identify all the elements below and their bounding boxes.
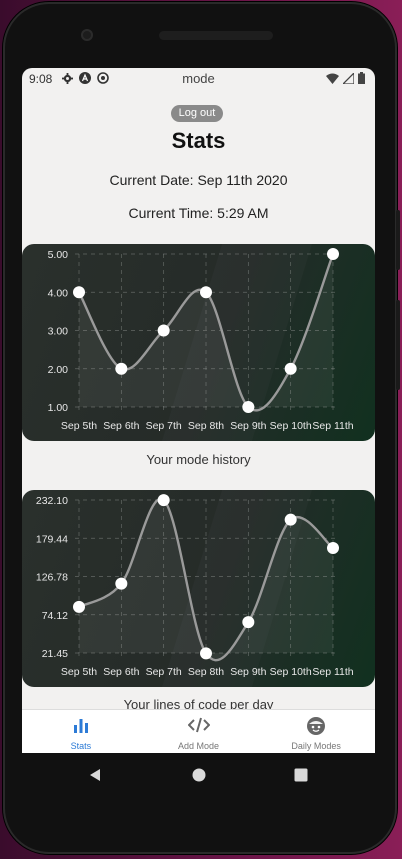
front-camera bbox=[81, 29, 93, 41]
nav-item-label: Add Mode bbox=[177, 741, 220, 751]
y-tick-label: 5.00 bbox=[48, 249, 69, 261]
y-tick-label: 179.44 bbox=[36, 533, 68, 545]
y-tick-label: 2.00 bbox=[48, 364, 69, 376]
current-time: Current Time: 5:29 AM bbox=[128, 205, 269, 221]
nav-item-stats[interactable]: Stats bbox=[22, 710, 140, 753]
y-tick-label: 3.00 bbox=[48, 326, 69, 338]
back-button[interactable] bbox=[22, 753, 140, 797]
power-button bbox=[396, 210, 400, 270]
data-point[interactable] bbox=[200, 286, 212, 299]
x-tick-label: Sep 7th bbox=[146, 420, 182, 432]
system-nav-bar bbox=[22, 753, 375, 797]
recents-icon bbox=[294, 768, 308, 782]
back-icon bbox=[90, 769, 100, 781]
mode-history-chart-svg: 5.00 4.00 3.00 2.00 1.00 Sep 5th Sep 6th Sep 7t… bbox=[48, 248, 354, 432]
data-point[interactable] bbox=[200, 647, 212, 660]
x-tick-label: Sep 9th bbox=[230, 666, 266, 678]
recents-button[interactable] bbox=[257, 753, 375, 797]
home-button[interactable] bbox=[140, 753, 258, 797]
data-point[interactable] bbox=[242, 616, 255, 629]
y-tick-label: 74.12 bbox=[42, 610, 68, 622]
nav-item-label: Stats bbox=[70, 741, 92, 751]
x-tick-label: Sep 5th bbox=[61, 420, 97, 432]
status-bar: 9:08 mode bbox=[22, 68, 375, 90]
y-tick-label: 1.00 bbox=[48, 402, 69, 414]
data-point[interactable] bbox=[157, 494, 170, 507]
data-point[interactable] bbox=[327, 542, 339, 555]
code-icon bbox=[187, 717, 210, 733]
app-screen: 9:08 mode Log out Stats Current Date: Se… bbox=[22, 68, 375, 753]
x-tick-label: Sep 6th bbox=[103, 666, 139, 678]
x-tick-label: Sep 9th bbox=[230, 420, 266, 432]
wifi-icon bbox=[326, 73, 339, 84]
data-point[interactable] bbox=[284, 362, 297, 375]
x-tick-label: Sep 10th bbox=[270, 420, 312, 432]
earpiece-speaker bbox=[159, 31, 273, 40]
x-tick-label: Sep 6th bbox=[103, 420, 139, 432]
lines-of-code-chart-svg: 232.10 179.44 126.78 74.12 21.45 Sep 5th Sep 6… bbox=[36, 494, 354, 678]
mode-history-chart: 5.00 4.00 3.00 2.00 1.00 Sep 5th Sep 6th Sep 7t… bbox=[22, 244, 375, 441]
signal-icon bbox=[343, 72, 354, 84]
data-point[interactable] bbox=[242, 401, 255, 413]
nav-item-label: Daily Modes bbox=[291, 741, 341, 751]
x-tick-label: Sep 5th bbox=[61, 666, 97, 678]
data-point[interactable] bbox=[73, 286, 85, 299]
face-icon bbox=[307, 717, 326, 735]
x-tick-label: Sep 8th bbox=[188, 420, 224, 432]
y-tick-label: 126.78 bbox=[36, 572, 68, 584]
page-title: Stats bbox=[171, 128, 226, 153]
nav-item-daily-modes[interactable]: Daily Modes bbox=[257, 710, 375, 753]
app-title: mode bbox=[182, 71, 215, 86]
battery-icon bbox=[358, 72, 365, 84]
volume-button bbox=[396, 300, 400, 390]
x-tick-label: Sep 8th bbox=[188, 666, 224, 678]
logout-button[interactable]: Log out bbox=[171, 105, 223, 122]
lines-of-code-chart: 232.10 179.44 126.78 74.12 21.45 Sep 5th Sep 6… bbox=[22, 490, 375, 687]
nav-item-add-mode[interactable]: Add Mode bbox=[140, 710, 258, 753]
x-tick-label: Sep 10th bbox=[270, 666, 312, 678]
current-date: Current Date: Sep 11th 2020 bbox=[109, 172, 288, 188]
home-icon bbox=[192, 768, 206, 782]
y-tick-label: 4.00 bbox=[48, 287, 69, 299]
x-tick-label: Sep 11th bbox=[312, 420, 353, 432]
y-tick-label: 232.10 bbox=[36, 495, 68, 507]
data-point[interactable] bbox=[115, 362, 128, 375]
data-point[interactable] bbox=[284, 513, 297, 526]
data-point[interactable] bbox=[157, 324, 170, 337]
bar-chart-icon bbox=[73, 719, 88, 733]
bottom-nav: Stats Add Mode Daily Modes bbox=[22, 709, 375, 753]
data-point[interactable] bbox=[73, 600, 85, 613]
data-point[interactable] bbox=[115, 577, 128, 590]
mode-history-caption: Your mode history bbox=[146, 452, 251, 467]
data-point[interactable] bbox=[327, 248, 339, 260]
x-tick-label: Sep 7th bbox=[146, 666, 182, 678]
y-tick-label: 21.45 bbox=[42, 648, 68, 660]
x-tick-label: Sep 11th bbox=[312, 666, 353, 678]
